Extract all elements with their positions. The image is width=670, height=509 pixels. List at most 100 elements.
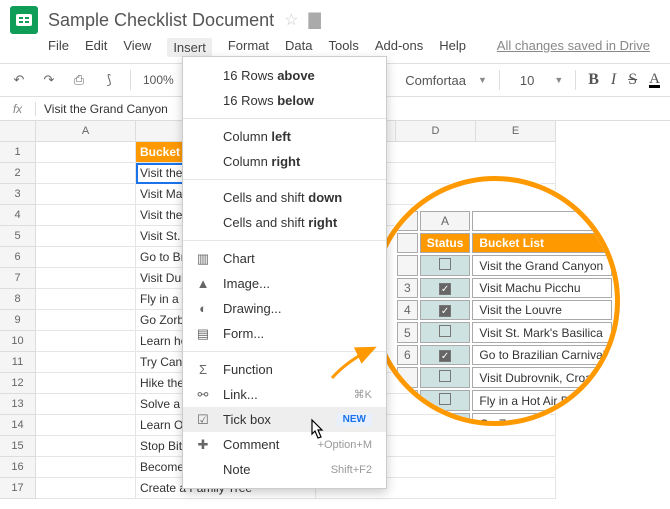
- menu-tickbox[interactable]: ☑Tick boxNEW: [183, 407, 386, 432]
- cell[interactable]: [36, 457, 136, 478]
- checkbox[interactable]: ✓: [420, 345, 471, 365]
- cell[interactable]: [36, 226, 136, 247]
- paint-format-icon[interactable]: ⟆: [100, 71, 118, 89]
- cell[interactable]: [36, 247, 136, 268]
- inset-status-header: Status: [420, 233, 471, 253]
- star-icon[interactable]: ☆: [284, 10, 298, 30]
- image-icon: ▲: [195, 276, 211, 292]
- checkbox[interactable]: [420, 255, 471, 276]
- menu-shift-right[interactable]: Cells and shift right: [183, 210, 386, 235]
- col-header-d[interactable]: D: [396, 121, 476, 142]
- menu-insert[interactable]: Insert: [167, 38, 212, 57]
- menu-link[interactable]: ⚯Link...⌘K: [183, 382, 386, 407]
- row-header[interactable]: 14: [0, 415, 36, 436]
- checkbox-icon: ☑: [195, 412, 211, 428]
- strikethrough-button[interactable]: S: [628, 71, 637, 89]
- row-header[interactable]: 9: [0, 310, 36, 331]
- row-header[interactable]: 5: [0, 226, 36, 247]
- list-item: Go to Brazilian Carnival: [472, 345, 612, 365]
- cell[interactable]: [36, 415, 136, 436]
- col-header-e[interactable]: E: [476, 121, 556, 142]
- col-header-a[interactable]: A: [36, 121, 136, 142]
- inset-table: A StatusBucket List Visit the Grand Cany…: [395, 209, 614, 426]
- menu-chart[interactable]: ▥Chart: [183, 246, 386, 271]
- font-size-select[interactable]: 10: [512, 73, 542, 88]
- menu-drawing[interactable]: ◐Drawing...: [183, 296, 386, 321]
- menu-addons[interactable]: Add-ons: [375, 38, 423, 57]
- drawing-icon: ◐: [195, 301, 211, 317]
- row-header[interactable]: 2: [0, 163, 36, 184]
- zoom-select[interactable]: 100%: [143, 73, 174, 87]
- bold-button[interactable]: B: [588, 71, 599, 89]
- menu-shift-down[interactable]: Cells and shift down: [183, 185, 386, 210]
- form-icon: ▤: [195, 326, 211, 342]
- link-icon: ⚯: [195, 387, 211, 403]
- row-header[interactable]: 10: [0, 331, 36, 352]
- row-header[interactable]: 1: [0, 142, 36, 163]
- checkbox[interactable]: [420, 322, 471, 343]
- row-header[interactable]: 17: [0, 478, 36, 499]
- menu-column-left[interactable]: Column left: [183, 124, 386, 149]
- list-item: Visit Machu Picchu: [472, 278, 612, 298]
- checkbox[interactable]: ✓: [420, 278, 471, 298]
- doc-title[interactable]: Sample Checklist Document: [48, 10, 274, 31]
- checkbox[interactable]: [420, 367, 471, 388]
- cell[interactable]: [36, 352, 136, 373]
- cell[interactable]: [36, 310, 136, 331]
- zoom-inset-callout: A StatusBucket List Visit the Grand Cany…: [370, 176, 620, 426]
- cell[interactable]: [36, 331, 136, 352]
- row-header[interactable]: 4: [0, 205, 36, 226]
- menu-edit[interactable]: Edit: [85, 38, 107, 57]
- checkbox[interactable]: ✓: [420, 300, 471, 320]
- cell[interactable]: [36, 289, 136, 310]
- cell[interactable]: [36, 268, 136, 289]
- folder-icon[interactable]: ▇: [308, 10, 320, 30]
- menu-rows-below[interactable]: 16 Rows below: [183, 88, 386, 113]
- undo-icon[interactable]: ↶: [10, 71, 28, 89]
- row-header[interactable]: 3: [0, 184, 36, 205]
- list-item: Visit the Grand Canyon: [472, 255, 612, 276]
- cell[interactable]: [36, 184, 136, 205]
- cell[interactable]: [36, 373, 136, 394]
- cell[interactable]: [36, 163, 136, 184]
- list-item: Visit the Louvre: [472, 300, 612, 320]
- row-header[interactable]: 8: [0, 289, 36, 310]
- menu-view[interactable]: View: [123, 38, 151, 57]
- menu-rows-above[interactable]: 16 Rows above: [183, 63, 386, 88]
- font-select[interactable]: Comfortaa: [405, 73, 466, 88]
- menu-note[interactable]: NoteShift+F2: [183, 457, 386, 482]
- menu-help[interactable]: Help: [439, 38, 466, 57]
- row-header[interactable]: 7: [0, 268, 36, 289]
- cell[interactable]: [36, 478, 136, 499]
- row-header[interactable]: 12: [0, 373, 36, 394]
- menu-comment[interactable]: ✚Comment+Option+M: [183, 432, 386, 457]
- row-header[interactable]: 11: [0, 352, 36, 373]
- menu-file[interactable]: File: [48, 38, 69, 57]
- row-header[interactable]: 16: [0, 457, 36, 478]
- print-icon[interactable]: ⎙: [70, 71, 88, 89]
- menu-column-right[interactable]: Column right: [183, 149, 386, 174]
- chevron-down-icon[interactable]: ▼: [478, 75, 487, 85]
- comment-icon: ✚: [195, 437, 211, 453]
- checkbox[interactable]: [420, 390, 471, 411]
- redo-icon[interactable]: ↷: [40, 71, 58, 89]
- chevron-down-icon[interactable]: ▼: [554, 75, 563, 85]
- row-header[interactable]: 13: [0, 394, 36, 415]
- select-all-corner[interactable]: [0, 121, 36, 142]
- cell[interactable]: [36, 394, 136, 415]
- list-item: Visit Dubrovnik, Croatia: [472, 367, 612, 388]
- cell[interactable]: [36, 436, 136, 457]
- formula-value[interactable]: Visit the Grand Canyon: [36, 102, 168, 116]
- menu-format[interactable]: Format: [228, 38, 269, 57]
- italic-button[interactable]: I: [611, 71, 616, 89]
- row-header[interactable]: 15: [0, 436, 36, 457]
- menu-data[interactable]: Data: [285, 38, 312, 57]
- insert-menu-dropdown: 16 Rows above 16 Rows below Column left …: [182, 56, 387, 489]
- menu-tools[interactable]: Tools: [328, 38, 358, 57]
- menu-image[interactable]: ▲Image...: [183, 271, 386, 296]
- text-color-button[interactable]: A: [649, 73, 660, 88]
- list-item: Visit St. Mark's Basilica: [472, 322, 612, 343]
- cell[interactable]: [36, 205, 136, 226]
- row-header[interactable]: 6: [0, 247, 36, 268]
- cell[interactable]: [36, 142, 136, 163]
